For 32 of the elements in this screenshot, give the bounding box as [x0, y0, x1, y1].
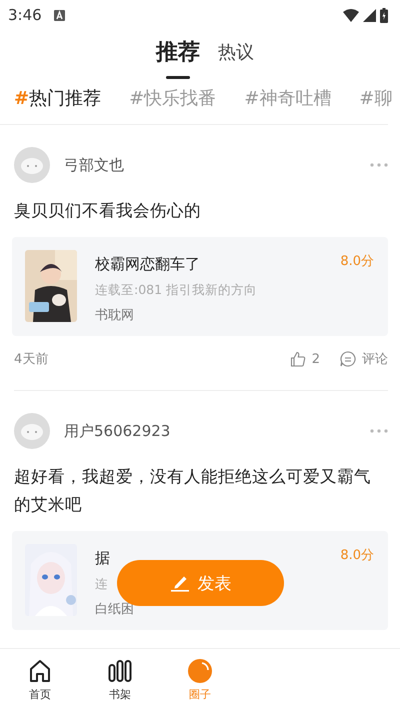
- battery-icon: [380, 8, 388, 22]
- feed-tab[interactable]: 推荐: [156, 38, 200, 79]
- user-name[interactable]: 弓部文也: [64, 156, 124, 174]
- book-score: 8.0分: [340, 253, 374, 270]
- user-name[interactable]: 用户56062923: [64, 422, 170, 440]
- status-time: 3:46: [8, 6, 42, 24]
- book-score: 8.0分: [340, 547, 374, 564]
- circle-icon: [188, 658, 212, 682]
- book-author: 书耽网: [95, 307, 134, 324]
- pencil-icon: [170, 574, 190, 592]
- comment-icon: [340, 351, 356, 367]
- nav-tab[interactable]: 书架: [80, 649, 160, 711]
- wifi-icon: [343, 8, 359, 22]
- post-text: 超好看，我超爱，没有人能拒绝这么可爱又霸气的艾米吧: [14, 466, 372, 516]
- feed-tab[interactable]: 热议: [218, 38, 254, 68]
- more-icon[interactable]: [370, 429, 388, 433]
- home-icon: [28, 658, 52, 682]
- signal-icon: [363, 8, 376, 22]
- avatar-icon[interactable]: [14, 413, 50, 449]
- more-icon[interactable]: [370, 163, 388, 167]
- notification-icon: [54, 10, 65, 20]
- like-button[interactable]: 2: [290, 351, 320, 367]
- book-title: 据: [95, 548, 110, 569]
- book-title: 校霸网恋翻车了: [95, 254, 200, 275]
- topic-tab[interactable]: #热门推荐: [14, 86, 102, 110]
- comment-button[interactable]: 评论: [340, 350, 388, 368]
- post-text: 臭贝贝们不看我会伤心的: [14, 200, 202, 222]
- bookshelf-icon: [108, 658, 132, 682]
- post-time: 4天前: [14, 351, 48, 368]
- thumbs-up-icon: [290, 351, 306, 367]
- nav-tab[interactable]: 首页: [0, 649, 80, 711]
- avatar-icon[interactable]: [14, 147, 50, 183]
